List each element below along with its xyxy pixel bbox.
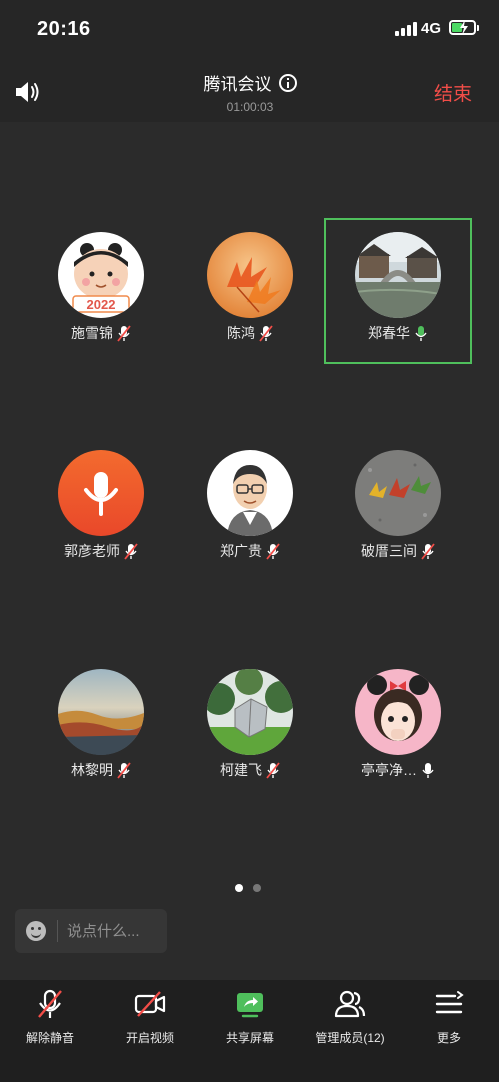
chat-divider [57,920,58,942]
avatar [207,669,293,755]
speaker-icon[interactable] [14,80,42,104]
participant-name: 施雪锦 [71,325,113,341]
mic-muted-icon [124,542,138,560]
page-indicator[interactable] [235,884,261,892]
avatar [355,669,441,755]
page-dot[interactable] [253,884,261,892]
members-icon [334,990,366,1018]
more-button[interactable]: 更多 [399,988,499,1050]
participant-tile[interactable]: 郑广贵 [176,436,324,582]
avatar [58,450,144,536]
info-icon[interactable] [278,73,297,92]
status-time: 20:16 [37,18,91,40]
share-screen-label: 共享屏幕 [225,1031,274,1045]
unmute-button[interactable]: 解除静音 [0,988,100,1050]
participant-name: 陈鸿 [227,325,255,341]
participant-tile[interactable]: 破厝三间 [324,436,472,582]
end-meeting-button[interactable]: 结束 [434,79,472,106]
mic-muted-icon [259,324,273,342]
participant-tile-active-speaker[interactable]: 郑春华 [324,218,472,364]
more-menu-icon [435,991,464,1014]
avatar [207,232,293,318]
mic-muted-icon [266,542,280,560]
bottom-toolbar: 解除静音 开启视频 共享屏幕 管理成员(12) 更多 [0,980,499,1082]
avatar [355,232,441,318]
participant-tile[interactable]: 亭亭净… [324,655,472,801]
participant-tile[interactable]: 柯建飞 [176,655,324,801]
chat-box[interactable] [15,909,167,953]
mic-muted-icon [117,761,131,779]
participant-name: 郑春华 [368,325,410,341]
meeting-timer: 01:00:03 [226,100,274,114]
more-label: 更多 [436,1031,461,1045]
mic-muted-icon [421,542,435,560]
signal-icon [395,22,417,36]
share-screen-button[interactable]: 共享屏幕 [200,988,300,1050]
start-video-button[interactable]: 开启视频 [100,988,200,1050]
participant-name: 柯建飞 [220,762,262,778]
participant-tile[interactable]: 林黎明 [27,655,175,801]
chat-input[interactable] [67,921,163,941]
avatar [58,669,144,755]
participant-tile[interactable]: 2022 施雪锦 [27,218,175,364]
status-bar: 20:16 4G [0,0,499,60]
participant-name: 林黎明 [71,762,113,778]
participant-name: 郭彦老师 [64,543,120,559]
meeting-header: 腾讯会议 01:00:03 结束 [0,60,499,122]
meeting-title: 腾讯会议 [203,75,272,94]
participant-tile[interactable]: 郭彦老师 [27,436,175,582]
mic-muted-icon [266,761,280,779]
manage-members-label: 管理成员(12) [315,1031,385,1045]
share-screen-icon [237,993,263,1018]
avatar [207,450,293,536]
battery-tip [477,25,479,31]
video-off-icon [134,991,166,1017]
mic-muted-icon [38,989,62,1018]
avatar: 2022 [58,232,144,318]
start-video-label: 开启视频 [125,1031,174,1045]
emoji-icon[interactable] [26,921,46,941]
manage-members-button[interactable]: 管理成员(12) [300,988,400,1050]
battery-icon [449,20,476,35]
mic-speaking-icon [415,325,427,341]
meeting-title-block[interactable]: 腾讯会议 01:00:03 [150,70,350,114]
network-type: 4G [421,20,442,37]
avatar [355,450,441,536]
svg-text:2022: 2022 [87,297,116,312]
mic-on-icon [422,762,434,778]
participant-name: 郑广贵 [220,543,262,559]
unmute-label: 解除静音 [25,1031,74,1045]
mic-muted-icon [117,324,131,342]
page-dot-current[interactable] [235,884,243,892]
participant-tile[interactable]: 陈鸿 [176,218,324,364]
participant-name: 亭亭净… [361,762,417,778]
participant-name: 破厝三间 [361,543,417,559]
